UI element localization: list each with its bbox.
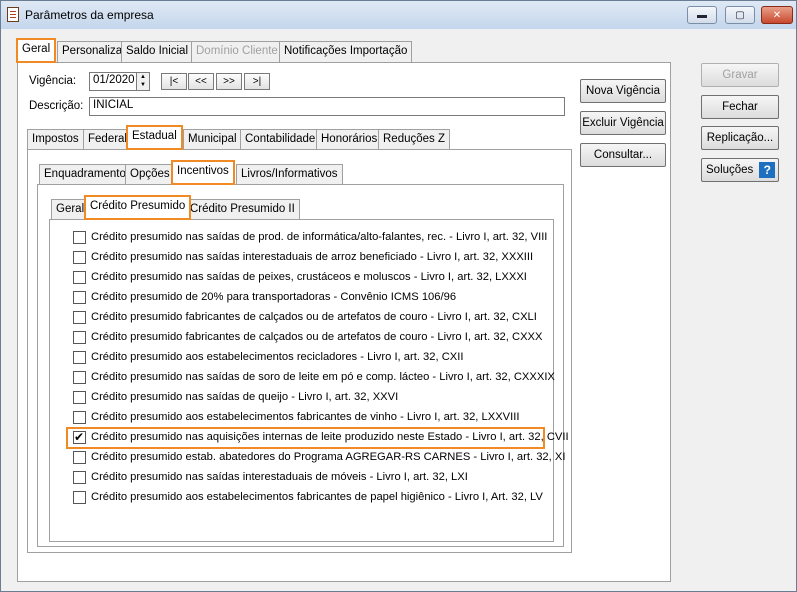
gravar-button: Gravar (701, 63, 779, 87)
tab-notificacoes-importacao[interactable]: Notificações Importação (279, 41, 413, 62)
tab-incentivos[interactable]: Incentivos (171, 160, 235, 185)
checkbox[interactable] (73, 491, 86, 504)
tab-contabilidade[interactable]: Contabilidade (240, 129, 321, 150)
list-item-label: Crédito presumido nas saídas de prod. de… (91, 231, 548, 243)
checkbox-checked[interactable] (73, 430, 86, 444)
list-item-label: Crédito presumido aos estabelecimentos f… (91, 491, 543, 503)
spin-up-icon[interactable]: ▲ (137, 73, 149, 81)
list-item-label: Crédito presumido nas saídas de peixes, … (91, 271, 527, 283)
tab-opcoes[interactable]: Opções (125, 164, 175, 185)
nova-vigencia-button[interactable]: Nova Vigência (580, 79, 666, 103)
solucoes-label: Soluções (706, 164, 754, 176)
checkbox[interactable] (73, 251, 86, 264)
checkbox[interactable] (73, 231, 86, 244)
first-button[interactable]: |< (161, 73, 187, 90)
list-item-label: Crédito presumido nas aquisições interna… (91, 431, 569, 443)
checkbox[interactable] (73, 451, 86, 464)
list-item-label: Crédito presumido nas saídas interestadu… (91, 251, 534, 263)
checkbox[interactable] (73, 471, 86, 484)
help-icon: ? (759, 161, 776, 178)
list-item-label: Crédito presumido nas saídas interestadu… (91, 471, 468, 483)
checkbox[interactable] (73, 391, 86, 404)
fechar-button[interactable]: Fechar (701, 95, 779, 119)
descricao-input[interactable]: INICIAL (89, 97, 565, 116)
descricao-label: Descrição: (29, 100, 84, 112)
vigencia-input[interactable]: 01/2020 (89, 72, 137, 91)
list-item-label: Crédito presumido de 20% para transporta… (91, 291, 457, 303)
document-icon (7, 7, 19, 22)
list-item-label: Crédito presumido nas saídas de soro de … (91, 371, 555, 383)
tab-credito-presumido[interactable]: Crédito Presumido (83, 195, 192, 220)
spin-down-icon[interactable]: ▼ (137, 81, 149, 89)
window-title: Parâmetros da empresa (25, 8, 154, 22)
list-item-label: Crédito presumido nas saídas de queijo -… (91, 391, 399, 403)
last-button[interactable]: >| (244, 73, 270, 90)
tab-enquadramento[interactable]: Enquadramento (39, 164, 131, 185)
checkbox[interactable] (73, 371, 86, 384)
checkbox[interactable] (73, 271, 86, 284)
checkbox[interactable] (73, 291, 86, 304)
vigencia-label: Vigência: (29, 75, 77, 87)
tab-livros-informativos[interactable]: Livros/Informativos (236, 164, 343, 185)
tab-personaliza[interactable]: Personaliza (57, 41, 128, 62)
list-item-label: Crédito presumido fabricantes de calçado… (91, 311, 537, 323)
consultar-button[interactable]: Consultar... (580, 143, 666, 167)
vigencia-spinner[interactable]: ▲ ▼ (136, 72, 150, 91)
list-item-label: Crédito presumido aos estabelecimentos r… (91, 351, 464, 363)
tab-dominio-cliente: Domínio Cliente (191, 41, 283, 62)
excluir-vigencia-button[interactable]: Excluir Vigência (580, 111, 666, 135)
list-item-label: Crédito presumido estab. abatedores do P… (91, 451, 566, 463)
tab-geral[interactable]: Geral (15, 38, 57, 63)
tab-municipal[interactable]: Municipal (183, 129, 242, 150)
tab-honorarios[interactable]: Honorários (316, 129, 383, 150)
checkbox[interactable] (73, 311, 86, 324)
tab-federal[interactable]: Federal (83, 129, 132, 150)
minimize-button[interactable]: ▬ (687, 6, 717, 24)
maximize-button[interactable]: ▢ (725, 6, 755, 24)
solucoes-button[interactable]: Soluções? (701, 158, 779, 182)
tab-saldo-inicial[interactable]: Saldo Inicial (121, 41, 194, 62)
main-window: Parâmetros da empresa ▬ ▢ ✕ Geral Person… (0, 0, 797, 592)
prev-button[interactable]: << (188, 73, 214, 90)
replicacao-button[interactable]: Replicação... (701, 126, 779, 150)
title-bar[interactable]: Parâmetros da empresa ▬ ▢ ✕ (1, 1, 796, 29)
tab-geral-incentivos[interactable]: Geral (51, 199, 90, 220)
checkbox[interactable] (73, 351, 86, 364)
tab-reducoes-z[interactable]: Reduções Z (378, 129, 451, 150)
tab-estadual[interactable]: Estadual (126, 125, 183, 150)
close-button[interactable]: ✕ (761, 6, 793, 24)
checkbox[interactable] (73, 411, 86, 424)
tab-credito-presumido-ii[interactable]: Crédito Presumido II (185, 199, 300, 220)
next-button[interactable]: >> (216, 73, 242, 90)
checkbox[interactable] (73, 331, 86, 344)
tab-impostos[interactable]: Impostos (27, 129, 84, 150)
list-item-label: Crédito presumido aos estabelecimentos f… (91, 411, 520, 423)
credito-list: Crédito presumido nas saídas de prod. de… (57, 218, 569, 549)
list-item-label: Crédito presumido fabricantes de calçado… (91, 331, 543, 343)
